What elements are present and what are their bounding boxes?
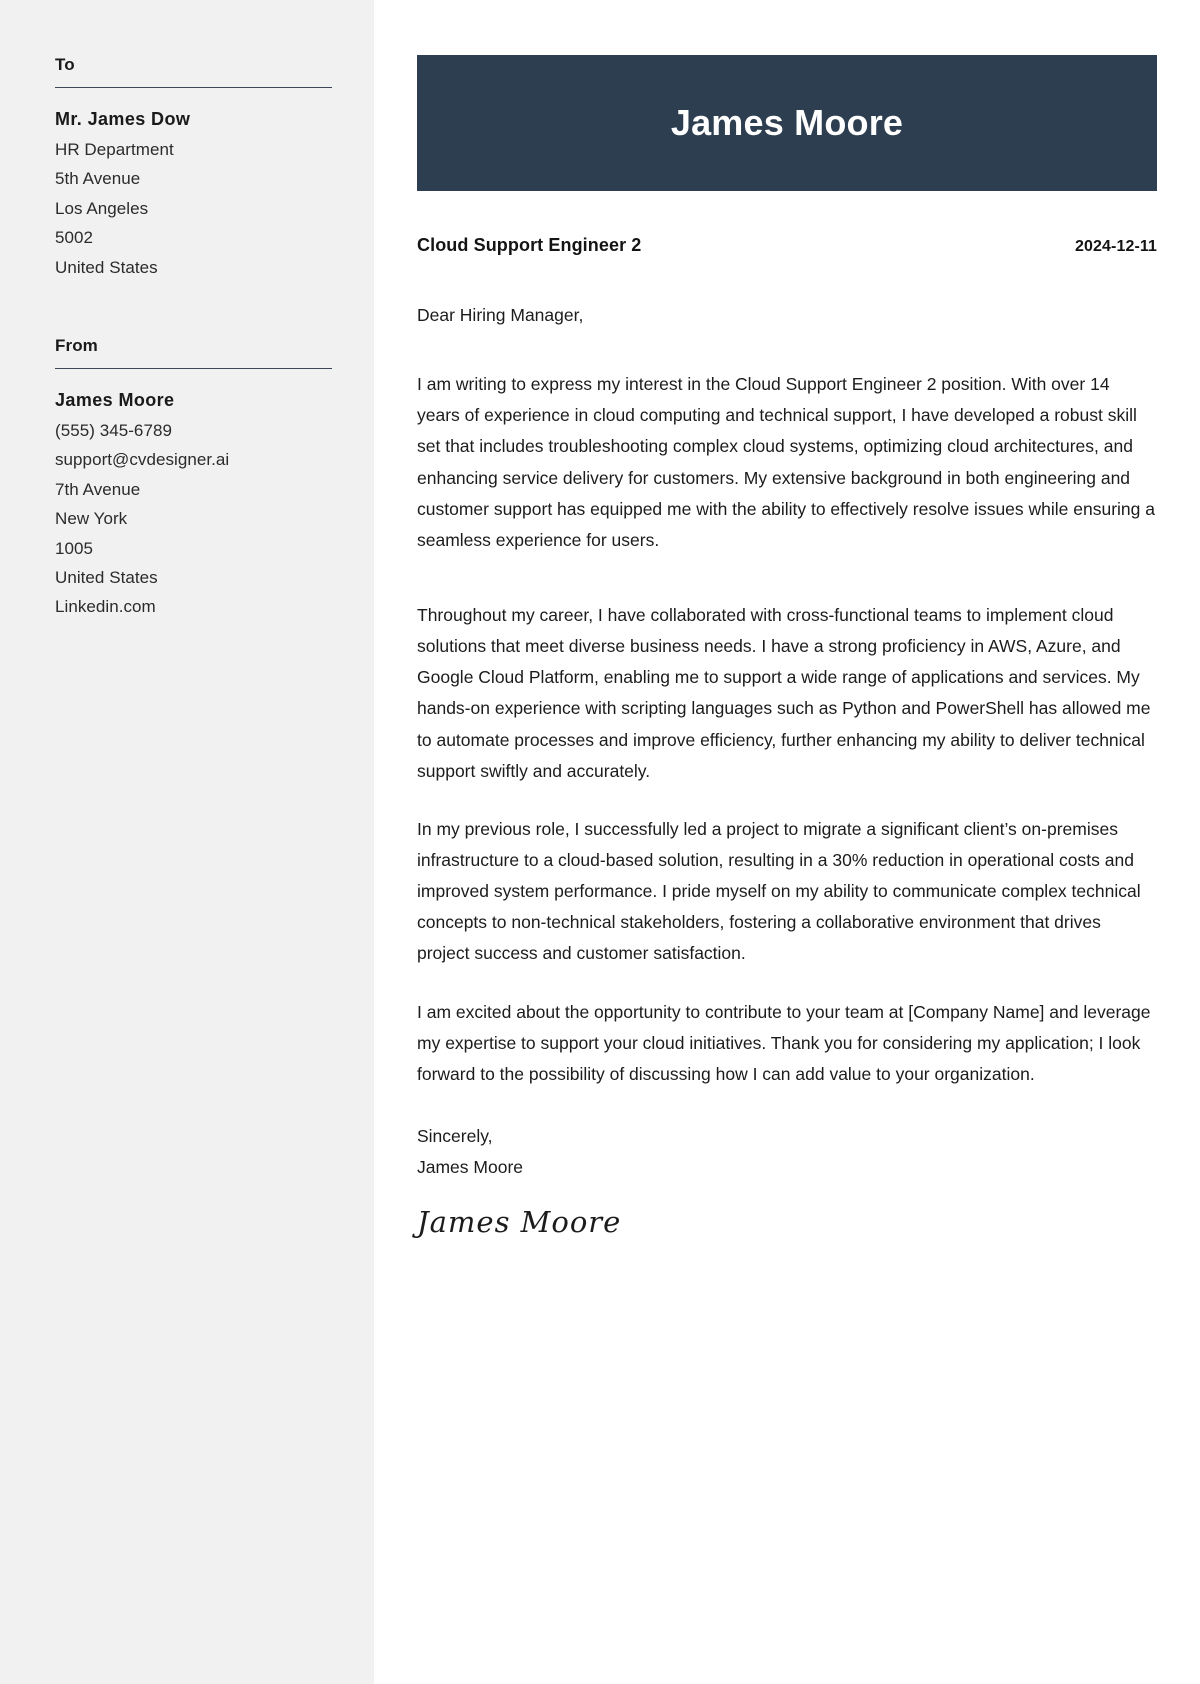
closing-name: James Moore bbox=[417, 1157, 524, 1178]
body-paragraph: Throughout my career, I have collaborate… bbox=[417, 604, 1151, 781]
banner-name-text: James Moore bbox=[670, 102, 904, 143]
recipient-line: United States bbox=[55, 257, 158, 277]
signature-script: James Moore bbox=[417, 1205, 622, 1240]
sender-line: 7th Avenue bbox=[55, 479, 141, 499]
recipient-name: Mr. James Dow bbox=[55, 109, 191, 129]
recipient-line: 5th Avenue bbox=[55, 169, 141, 189]
sender-email: support@cvdesigner.ai bbox=[55, 450, 230, 470]
sender-name: James Moore bbox=[55, 389, 175, 410]
letter-date: 2024-12-11 bbox=[1075, 238, 1157, 255]
sender-line: United States bbox=[55, 567, 158, 587]
to-heading: To bbox=[55, 55, 332, 88]
cover-letter-page: To Mr. James Dow HR Department 5th Avenu… bbox=[0, 0, 1200, 1684]
recipient-block: To Mr. James Dow HR Department 5th Avenu… bbox=[55, 55, 332, 282]
closing-block: Sincerely, James Moore bbox=[417, 1121, 1157, 1183]
sidebar: To Mr. James Dow HR Department 5th Avenu… bbox=[0, 0, 374, 1684]
sender-phone: (555) 345-6789 bbox=[55, 420, 172, 440]
from-heading: From bbox=[55, 336, 332, 369]
closing-word: Sincerely, bbox=[417, 1125, 493, 1146]
letter-body: Dear Hiring Manager, I am writing to exp… bbox=[417, 256, 1157, 1239]
body-paragraph: In my previous role, I successfully led … bbox=[417, 818, 1141, 964]
sender-linkedin: Linkedin.com bbox=[55, 597, 156, 617]
job-title: Cloud Support Engineer 2 bbox=[417, 235, 642, 255]
sender-block: From James Moore (555) 345-6789 support@… bbox=[55, 336, 332, 622]
name-banner: James Moore bbox=[417, 55, 1157, 191]
recipient-line: 5002 bbox=[55, 228, 94, 248]
recipient-line: Los Angeles bbox=[55, 198, 149, 218]
sender-line: New York bbox=[55, 509, 128, 529]
salutation: Dear Hiring Manager, bbox=[417, 305, 584, 325]
sender-line: 1005 bbox=[55, 538, 94, 558]
recipient-line: HR Department bbox=[55, 139, 174, 159]
body-paragraph: I am writing to express my interest in t… bbox=[417, 374, 1155, 550]
letter-meta-row: Cloud Support Engineer 2 2024-12-11 bbox=[417, 235, 1157, 256]
body-paragraph: I am excited about the opportunity to co… bbox=[417, 1001, 1151, 1084]
letter-main: James Moore Cloud Support Engineer 2 202… bbox=[374, 0, 1200, 1684]
